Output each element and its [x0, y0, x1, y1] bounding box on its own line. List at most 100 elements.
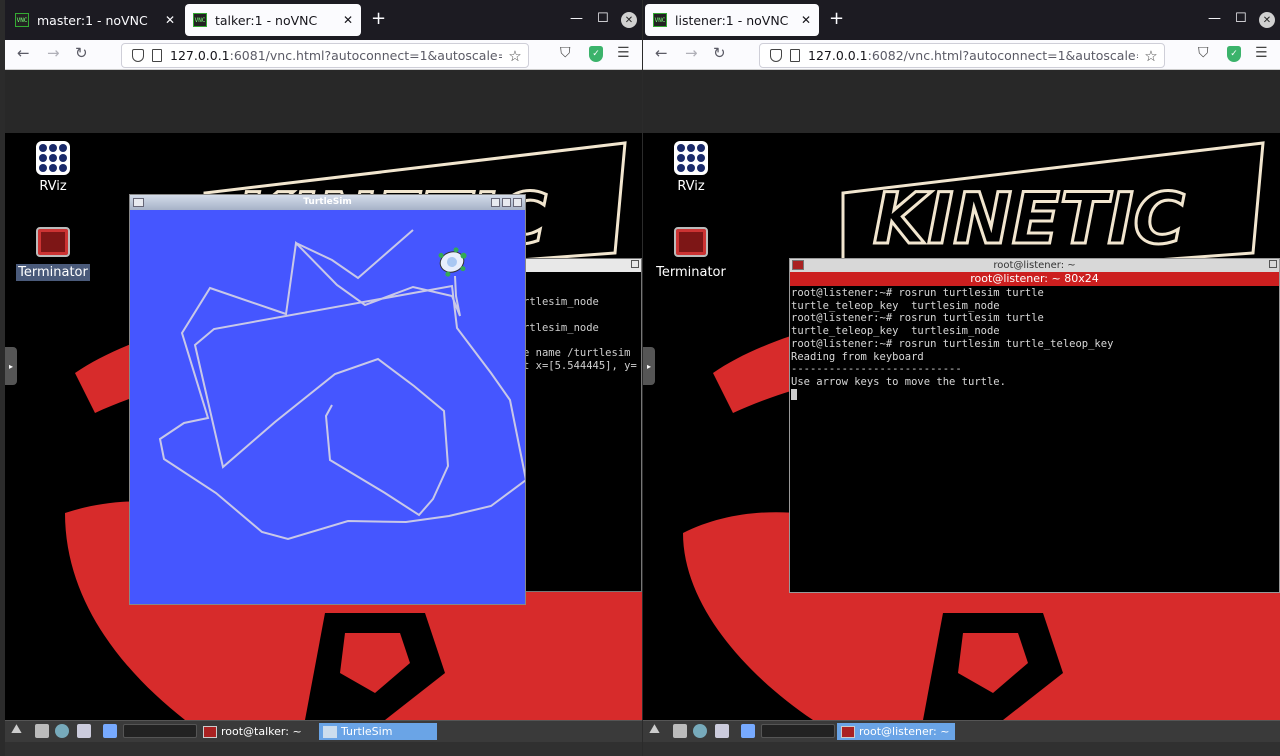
terminal-cursor	[791, 389, 797, 401]
extension-shield-icon[interactable]: ✓	[1227, 46, 1241, 62]
navigation-bar: ← → ↻ 127.0.0.1:6081/vnc.html?autoconnec…	[5, 40, 642, 70]
terminal-window-listener[interactable]: root@listener: ~ root@listener: ~ 80x24 …	[789, 258, 1280, 593]
window-close-button[interactable]: ✕	[1259, 12, 1275, 28]
terminal-icon	[203, 725, 217, 738]
remote-desktop-talker[interactable]: KINETIC RViz Terminator ▸ rtlesim_node r…	[5, 133, 642, 720]
windows-icon[interactable]	[715, 724, 729, 738]
start-menu-icon[interactable]: ⛰	[649, 722, 663, 737]
terminal-output[interactable]: root@listener:~# rosrun turtlesim turtle…	[790, 286, 1279, 401]
turtlesim-window[interactable]: TurtleSim	[129, 194, 526, 605]
novnc-sidebar-handle[interactable]: ▸	[5, 347, 17, 385]
page-info-icon[interactable]	[152, 49, 162, 62]
tab-title: listener:1 - noVNC	[675, 12, 789, 28]
reload-icon[interactable]: ↻	[713, 44, 726, 62]
desktop-icon-label: RViz	[677, 179, 705, 194]
tab-title: master:1 - noVNC	[37, 12, 148, 28]
maximize-icon[interactable]: ☐	[597, 11, 609, 26]
wallpaper-title: KINETIC	[873, 178, 1185, 260]
reload-icon[interactable]: ↻	[75, 44, 88, 62]
desktop-icon-label: Terminator	[16, 264, 90, 281]
workspace-pager[interactable]	[761, 724, 835, 738]
minimize-icon[interactable]: —	[1208, 11, 1221, 26]
file-manager-icon[interactable]	[673, 724, 687, 738]
terminal-minimize-icon[interactable]	[631, 260, 639, 268]
forward-icon[interactable]: →	[47, 44, 60, 62]
minimize-icon[interactable]: —	[570, 11, 583, 26]
taskbar-item-terminal[interactable]: root@talker: ~	[199, 723, 317, 740]
file-manager-icon[interactable]	[35, 724, 49, 738]
vnc-favicon-icon: VNC	[193, 13, 207, 27]
windows-icon[interactable]	[77, 724, 91, 738]
window-menu-icon[interactable]	[133, 198, 144, 207]
browser-window-listener: VNC listener:1 - noVNC ✕ + — ☐ ✕ ← → ↻ 1…	[643, 0, 1280, 756]
close-tab-icon[interactable]: ✕	[343, 13, 353, 27]
page-info-icon[interactable]	[790, 49, 800, 62]
close-icon[interactable]	[513, 198, 522, 207]
url-text: 127.0.0.1:6082/vnc.html?autoconnect=1&au…	[808, 48, 1138, 63]
desktop-icon-terminator[interactable]: Terminator	[651, 227, 731, 280]
maximize-icon[interactable]: ☐	[1235, 11, 1247, 26]
desktop-icon-rviz[interactable]: RViz	[651, 141, 731, 194]
browser-window-talker: VNC master:1 - noVNC ✕ VNC talker:1 - no…	[5, 0, 642, 756]
forward-icon[interactable]: →	[685, 44, 698, 62]
vnc-viewport-margin	[5, 70, 642, 133]
navigation-bar: ← → ↻ 127.0.0.1:6082/vnc.html?autoconnec…	[643, 40, 1280, 70]
turtlesim-canvas	[158, 229, 525, 541]
tab-bar: VNC master:1 - noVNC ✕ VNC talker:1 - no…	[5, 0, 642, 40]
desktop-switcher-icon[interactable]	[741, 724, 755, 738]
bookmark-star-icon[interactable]: ☆	[1138, 47, 1164, 65]
menu-icon[interactable]: ☰	[617, 45, 630, 61]
start-menu-icon[interactable]: ⛰	[11, 722, 25, 737]
close-tab-icon[interactable]: ✕	[165, 13, 175, 27]
web-browser-icon[interactable]	[693, 724, 707, 738]
workspace-pager[interactable]	[123, 724, 197, 738]
minimize-icon[interactable]	[491, 198, 500, 207]
desktop-icon-terminator[interactable]: Terminator	[13, 227, 93, 281]
turtle-icon	[438, 247, 467, 277]
url-bar[interactable]: 127.0.0.1:6081/vnc.html?autoconnect=1&au…	[121, 43, 529, 68]
terminal-icon	[841, 725, 855, 738]
new-tab-button[interactable]: +	[829, 10, 844, 28]
tracking-shield-icon[interactable]	[132, 49, 144, 62]
vnc-bottom-margin	[5, 742, 642, 756]
tab-bar: VNC listener:1 - noVNC ✕ + — ☐ ✕	[643, 0, 1280, 40]
close-tab-icon[interactable]: ✕	[801, 13, 811, 27]
menu-icon[interactable]: ☰	[1255, 45, 1268, 61]
lxde-taskbar: ⛰ root@listener: ~	[643, 720, 1280, 742]
window-close-button[interactable]: ✕	[621, 12, 637, 28]
terminator-icon	[36, 227, 70, 257]
tab-talker[interactable]: VNC talker:1 - noVNC ✕	[185, 4, 361, 36]
vnc-favicon-icon: VNC	[653, 13, 667, 27]
tab-master[interactable]: VNC master:1 - noVNC ✕	[7, 4, 183, 36]
terminal-titlebar[interactable]: root@listener: ~	[790, 259, 1279, 272]
terminal-tab[interactable]: root@listener: ~ 80x24	[790, 272, 1279, 286]
web-browser-icon[interactable]	[55, 724, 69, 738]
novnc-sidebar-handle[interactable]: ▸	[643, 347, 655, 385]
maximize-icon[interactable]	[502, 198, 511, 207]
desktop-icon-label: Terminator	[656, 265, 726, 280]
url-bar[interactable]: 127.0.0.1:6082/vnc.html?autoconnect=1&au…	[759, 43, 1165, 68]
pocket-icon[interactable]: ⛉	[560, 45, 571, 61]
tab-title: talker:1 - noVNC	[215, 12, 318, 28]
taskbar-item-terminal[interactable]: root@listener: ~	[837, 723, 955, 740]
tab-listener[interactable]: VNC listener:1 - noVNC ✕	[645, 4, 819, 36]
rviz-icon	[674, 141, 708, 175]
back-icon[interactable]: ←	[655, 44, 668, 62]
vnc-favicon-icon: VNC	[15, 13, 29, 27]
taskbar-item-turtlesim[interactable]: TurtleSim	[319, 723, 437, 740]
remote-desktop-listener[interactable]: KINETIC RViz Terminator ▸ root@listener:…	[643, 133, 1280, 720]
terminator-small-icon[interactable]	[792, 260, 804, 270]
desktop-icon-rviz[interactable]: RViz	[13, 141, 93, 194]
back-icon[interactable]: ←	[17, 44, 30, 62]
window-icon	[323, 725, 337, 738]
new-tab-button[interactable]: +	[371, 10, 386, 28]
turtlesim-titlebar[interactable]: TurtleSim	[130, 195, 525, 210]
bookmark-star-icon[interactable]: ☆	[502, 47, 528, 65]
extension-shield-icon[interactable]: ✓	[589, 46, 603, 62]
desktop-switcher-icon[interactable]	[103, 724, 117, 738]
vnc-viewport-margin	[643, 70, 1280, 133]
url-text: 127.0.0.1:6081/vnc.html?autoconnect=1&au…	[170, 48, 502, 63]
terminal-minimize-icon[interactable]	[1269, 260, 1277, 268]
pocket-icon[interactable]: ⛉	[1198, 45, 1209, 61]
tracking-shield-icon[interactable]	[770, 49, 782, 62]
